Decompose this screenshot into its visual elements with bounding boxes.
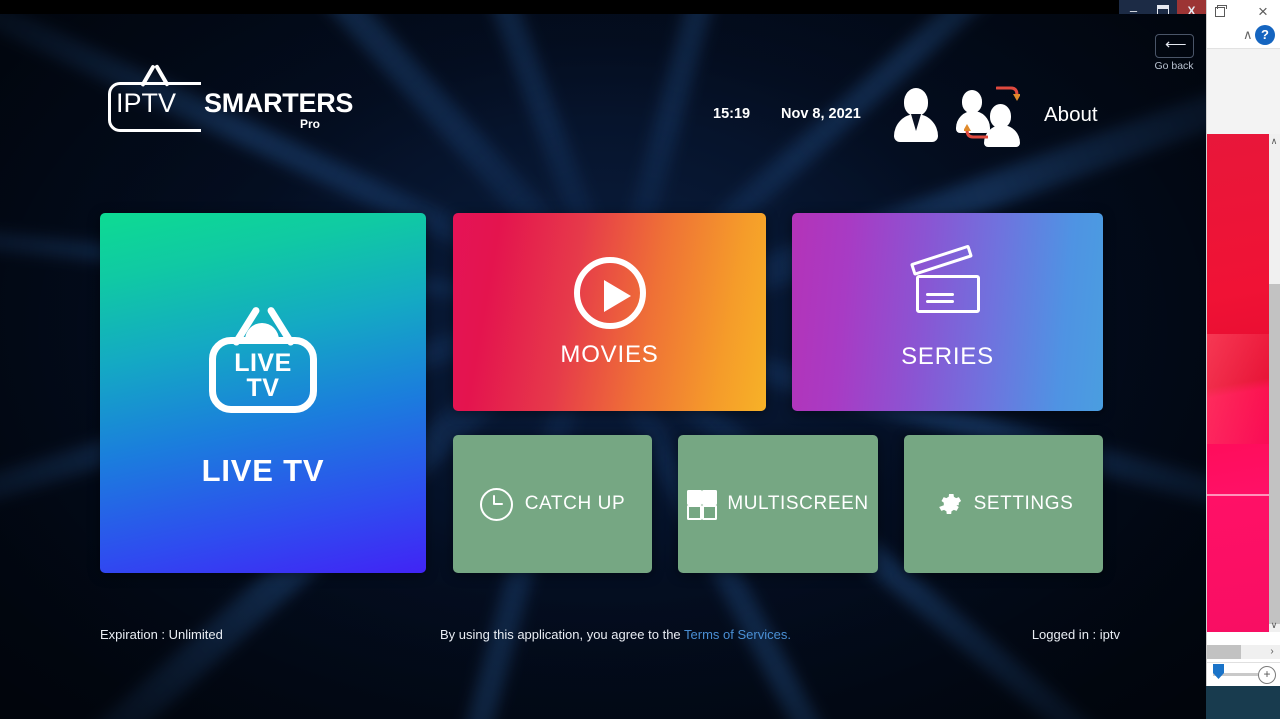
user-icon[interactable]: [893, 88, 939, 142]
go-back-button[interactable]: ⟵ Go back: [1154, 34, 1195, 74]
scroll-up-icon[interactable]: ∧: [1268, 134, 1280, 148]
tile-series[interactable]: SERIES: [792, 213, 1103, 411]
browser-content-blank: [1207, 48, 1280, 135]
header-time: 15:19: [713, 106, 751, 122]
clapper-top: [909, 244, 973, 276]
tile-catch-up-label: CATCH UP: [524, 493, 626, 514]
user-head: [904, 88, 928, 116]
horizontal-scrollbar-thumb[interactable]: [1207, 645, 1241, 659]
photo-streak: [1207, 334, 1269, 444]
play-triangle: [603, 280, 631, 312]
logged-in-status: Logged in : iptv: [1031, 627, 1120, 642]
taskbar[interactable]: [1195, 686, 1280, 719]
logo-text-smarters: SMARTERS: [204, 88, 354, 118]
tile-series-label: SERIES: [901, 343, 994, 370]
iptv-smarters-app-window: – X IPTV SMARTERS Pro 15:19 Nov 8, 2021 …: [0, 0, 1206, 719]
tile-live-tv[interactable]: LIVE TV LIVE TV: [100, 213, 426, 573]
photo-split: [1207, 494, 1269, 496]
switch-user-icon[interactable]: [956, 84, 1026, 147]
go-back-label: Go back: [1154, 60, 1194, 72]
screen: × ∧ ? ∧ ∨ › + . m. 2021 2 –: [0, 0, 1280, 719]
clapper-line-2: [925, 300, 954, 303]
tile-multiscreen-label: MULTISCREEN: [727, 493, 869, 514]
help-icon[interactable]: ?: [1255, 25, 1275, 45]
clapperboard-icon: [909, 244, 984, 315]
chevron-up-icon[interactable]: ∧: [1243, 27, 1253, 43]
gear-icon: [934, 490, 962, 518]
scroll-down-icon[interactable]: ∨: [1268, 618, 1280, 632]
zoom-in-icon[interactable]: +: [1258, 666, 1276, 684]
terms-prefix: By using this application, you agree to …: [440, 627, 685, 642]
logo-text-iptv: IPTV: [116, 88, 177, 118]
scroll-right-icon[interactable]: ›: [1266, 645, 1278, 659]
app-logo: IPTV SMARTERS Pro: [100, 60, 360, 132]
live-tv-icon: LIVE TV: [201, 301, 325, 413]
expiration-status: Expiration : Unlimited: [100, 627, 223, 642]
background-browser-window[interactable]: × ∧ ? ∧ ∨ › +: [1206, 0, 1280, 719]
tile-movies[interactable]: MOVIES: [453, 213, 766, 411]
grid-icon: [687, 490, 718, 520]
play-circle-icon: [573, 257, 646, 329]
tv-icon-text-tv: TV: [246, 374, 280, 402]
switch-arrow-bottom-icon: [964, 124, 988, 139]
tile-live-tv-label: LIVE TV: [201, 453, 325, 488]
tile-movies-label: MOVIES: [560, 341, 659, 368]
switch-person2-body: [984, 125, 1020, 147]
clock-icon: [479, 487, 513, 521]
clapper-line-1: [925, 293, 954, 296]
logo-text-pro: Pro: [300, 117, 321, 131]
tile-multiscreen[interactable]: MULTISCREEN: [678, 435, 878, 573]
about-button[interactable]: About: [1044, 103, 1098, 127]
terms-notice: By using this application, you agree to …: [440, 627, 791, 642]
header-date: Nov 8, 2021: [781, 106, 861, 122]
browser-restore-icon[interactable]: [1213, 4, 1227, 18]
switch-arrow-top-icon: [996, 86, 1020, 101]
browser-photo: [1207, 134, 1269, 632]
tile-settings[interactable]: SETTINGS: [904, 435, 1103, 573]
terms-of-services-link[interactable]: Terms of Services.: [684, 627, 791, 642]
back-arrow-icon: ⟵: [1165, 36, 1187, 53]
tile-catch-up[interactable]: CATCH UP: [453, 435, 652, 573]
tile-settings-label: SETTINGS: [973, 493, 1074, 514]
vertical-scrollbar-thumb[interactable]: [1269, 284, 1280, 624]
vertical-scrollbar[interactable]: [1269, 134, 1280, 632]
browser-close-icon[interactable]: ×: [1255, 3, 1271, 20]
switch-person1-head: [962, 90, 982, 113]
app-titlebar[interactable]: [0, 0, 1206, 14]
